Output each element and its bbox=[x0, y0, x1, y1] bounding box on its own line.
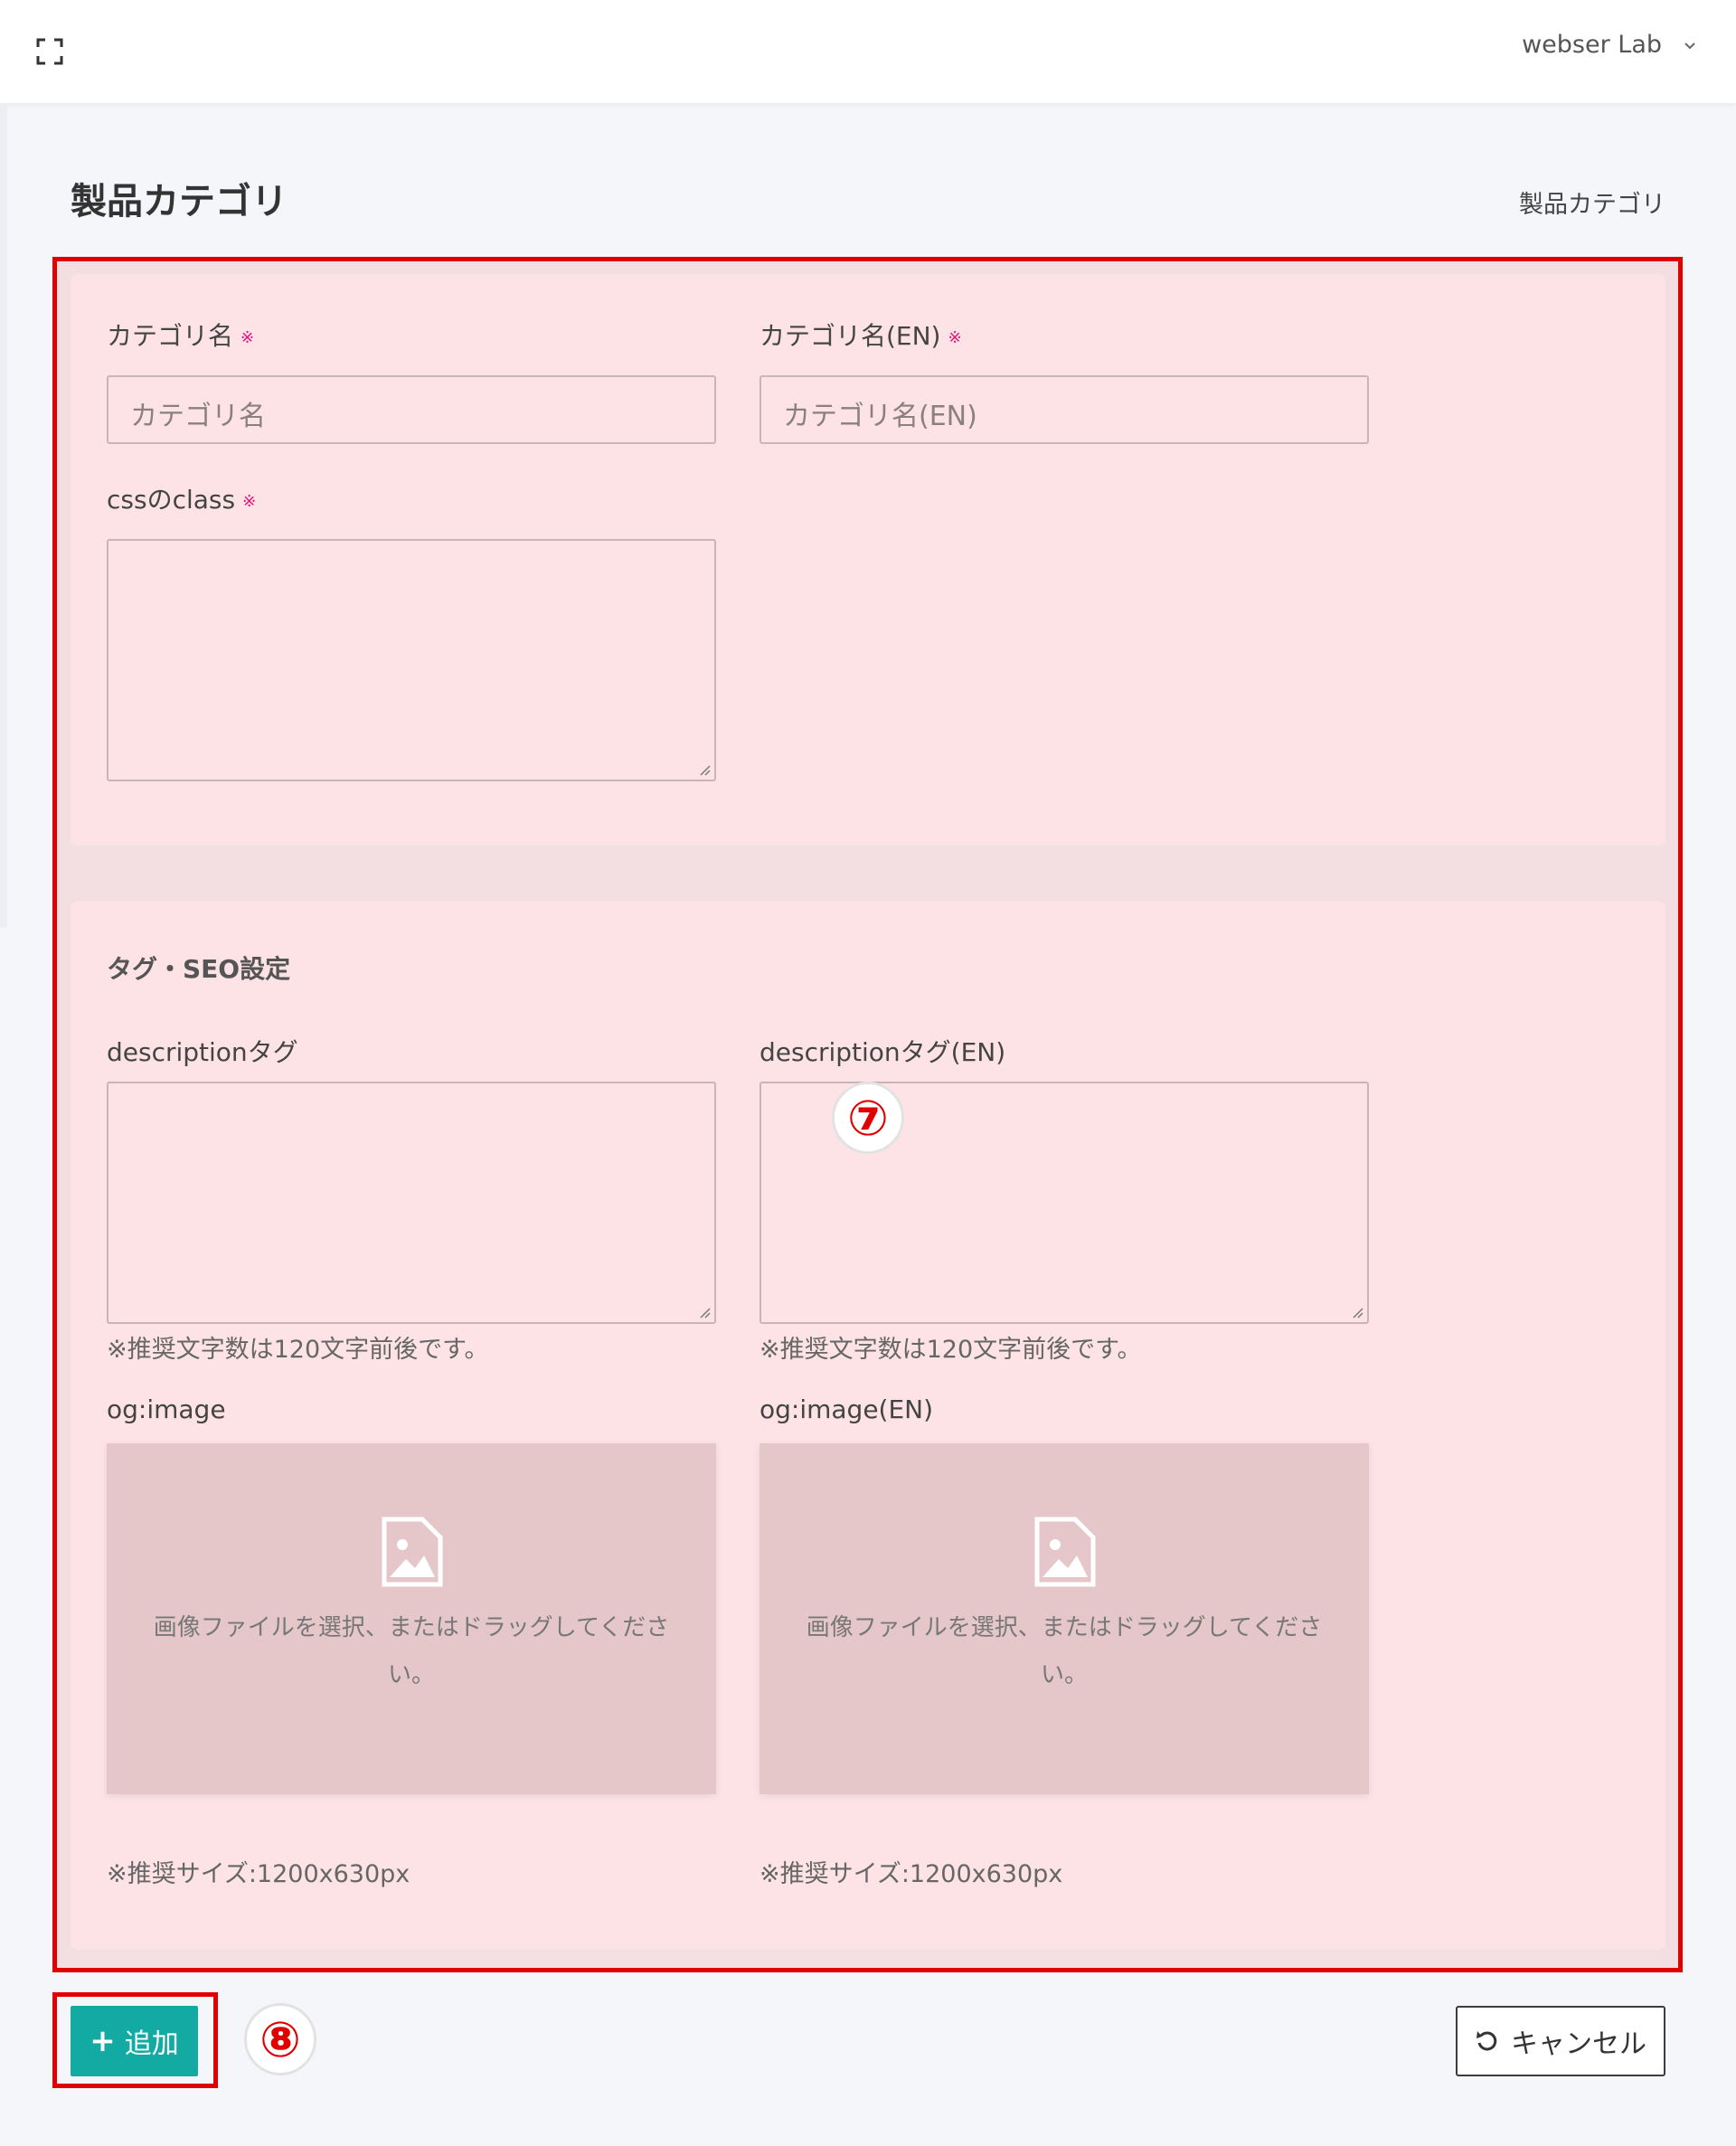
undo-icon bbox=[1477, 2031, 1497, 2051]
og-image-en-dropzone[interactable]: 画像ファイルを選択、またはドラッグしてください。 bbox=[760, 1443, 1369, 1794]
css-class-textarea[interactable] bbox=[107, 539, 716, 781]
sidebar-edge bbox=[0, 103, 7, 928]
breadcrumb[interactable]: 製品カテゴリ bbox=[1519, 184, 1665, 220]
page-title: 製品カテゴリ bbox=[71, 181, 288, 222]
category-name-placeholder: カテゴリ名 bbox=[130, 401, 266, 432]
og-image-size-hint: ※推奨サイズ:1200x630px bbox=[107, 1860, 410, 1888]
og-image-label: og:image bbox=[107, 1394, 226, 1424]
fullscreen-icon[interactable] bbox=[36, 38, 63, 65]
description-hint: ※推奨文字数は120文字前後です。 bbox=[107, 1336, 489, 1364]
category-name-label: カテゴリ名 ※ bbox=[107, 321, 255, 351]
user-menu[interactable]: webser Lab bbox=[1522, 31, 1700, 59]
resize-handle-icon[interactable] bbox=[696, 1304, 711, 1319]
og-image-dropzone[interactable]: 画像ファイルを選択、またはドラッグしてください。 bbox=[107, 1443, 716, 1794]
cancel-button[interactable]: キャンセル bbox=[1456, 2006, 1665, 2076]
og-image-drop-text: 画像ファイルを選択、またはドラッグしてください。 bbox=[153, 1614, 670, 1688]
image-file-icon bbox=[382, 1517, 443, 1587]
annotation-marker-7: ⑦ bbox=[832, 1082, 904, 1154]
annotation-marker-8: ⑧ bbox=[244, 2003, 316, 2075]
description-en-hint: ※推奨文字数は120文字前後です。 bbox=[760, 1336, 1142, 1364]
required-mark: ※ bbox=[242, 491, 257, 511]
resize-handle-icon[interactable] bbox=[696, 761, 711, 776]
description-en-label: descriptionタグ(EN) bbox=[760, 1037, 1006, 1067]
plus-icon: + bbox=[90, 2023, 116, 2059]
category-name-en-placeholder: カテゴリ名(EN) bbox=[783, 401, 977, 432]
og-image-en-drop-text: 画像ファイルを選択、またはドラッグしてください。 bbox=[806, 1614, 1323, 1688]
required-mark: ※ bbox=[241, 327, 255, 347]
category-name-en-label: カテゴリ名(EN) ※ bbox=[760, 321, 962, 351]
image-file-icon bbox=[1034, 1517, 1096, 1587]
og-image-en-size-hint: ※推奨サイズ:1200x630px bbox=[760, 1860, 1063, 1888]
css-class-label: cssのclass ※ bbox=[107, 485, 257, 515]
user-name: webser Lab bbox=[1522, 31, 1662, 59]
required-mark: ※ bbox=[948, 327, 962, 347]
add-button-label: 追加 bbox=[124, 2028, 179, 2060]
description-textarea[interactable] bbox=[107, 1082, 716, 1324]
cancel-button-label: キャンセル bbox=[1511, 2028, 1646, 2060]
og-image-en-label: og:image(EN) bbox=[760, 1394, 934, 1424]
resize-handle-icon[interactable] bbox=[1349, 1304, 1363, 1319]
top-bar: webser Lab bbox=[0, 0, 1736, 103]
category-name-en-input[interactable]: カテゴリ名(EN) bbox=[760, 375, 1369, 444]
add-button[interactable]: + 追加 bbox=[71, 2006, 198, 2076]
category-name-input[interactable]: カテゴリ名 bbox=[107, 375, 716, 444]
seo-section-title: タグ・SEO設定 bbox=[107, 954, 291, 984]
chevron-down-icon bbox=[1684, 42, 1695, 49]
description-label: descriptionタグ bbox=[107, 1037, 298, 1067]
